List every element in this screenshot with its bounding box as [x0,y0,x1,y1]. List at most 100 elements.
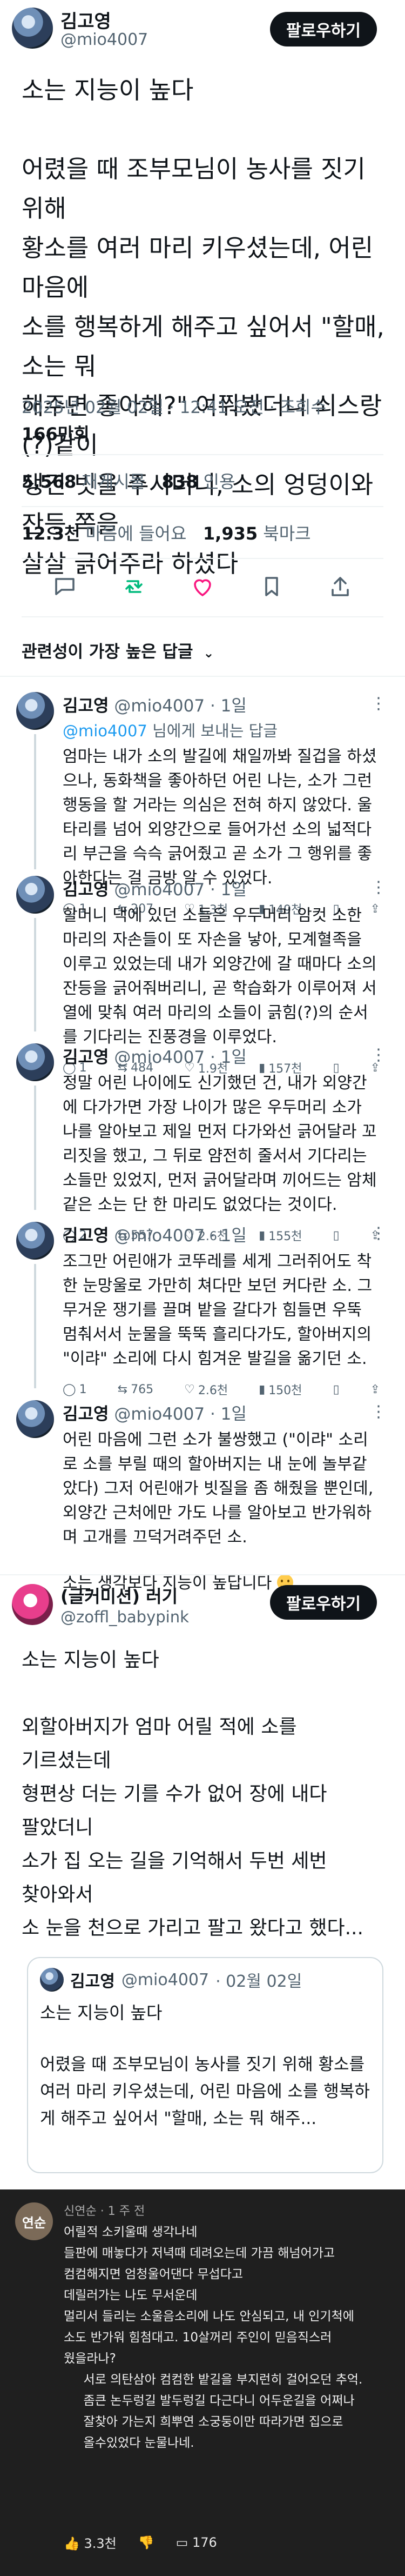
reply-item[interactable]: ⋮ 김고영 @mio4007 · 1일 할머니 댁에 있던 소들은 우두머리 암… [13,876,391,1076]
reply-handle[interactable]: @mio4007 [114,1405,205,1424]
reply-item[interactable]: ⋮ 김고영 @mio4007 · 1일 조그만 어린애가 코뚜레를 세게 그러쥐… [13,1222,391,1397]
commenter-name: 신연순 [64,2205,97,2218]
author-name[interactable]: 김고영 [60,6,111,33]
reply-text: 조그만 어린애가 코뚜레를 세게 그러쥐어도 착한 눈망울로 가만히 쳐다만 보… [63,1252,373,1368]
reply-time: · 1일 [210,1226,247,1246]
reply-time: · 1일 [210,880,247,900]
post-line: 소는 지능이 높다 [22,76,194,104]
quoted-title: 소는 지능이 높다 [40,2002,163,2023]
quotes-count[interactable]: 838 [162,471,198,492]
reply-handle[interactable]: @mio4007 [114,696,205,716]
reply-avatar[interactable] [16,876,54,914]
speech-bubble-icon[interactable] [49,570,81,603]
follow-button[interactable]: 팔로우하기 [270,12,377,46]
heart-icon[interactable] [186,570,219,603]
sort-replies-dropdown[interactable]: 관련성이 가장 높은 답글 ⌄ [22,638,214,662]
post-line: 소 눈을 천으로 가리고 팔고 왔다고 했다... [22,1917,363,1939]
reply-text: 할머니 댁에 있던 소들은 우두머리 암컷 소한 마리의 자손들이 또 자손을 … [63,906,377,1047]
post-stats-row-1: 5,568 재게시물 838 인용 [22,468,235,493]
reposts-label[interactable]: 재게시물 [82,471,145,492]
reply-author[interactable]: 김고영 [63,1405,109,1424]
quoted-avatar [40,1968,64,1992]
post-line: 어렸을 때 조부모님이 농사를 짓기 위해 [22,155,366,223]
bookmark-icon[interactable] [255,570,288,603]
reply-item[interactable]: ⋮ 김고영 @mio4007 · 1일 @mio4007 님에게 보내는 답글 … [13,692,391,917]
post-line: 찾아와서 [22,1883,93,1906]
share-icon[interactable]: ⇪ [370,1383,380,1396]
comment-time: · 1 주 전 [100,2205,145,2218]
reply-item[interactable]: ⋮ 김고영 @mio4007 · 1일 어린 마음에 그런 소가 불쌍했고 ("… [13,1400,391,1593]
comment-replies[interactable]: ▭ 176 [176,2535,217,2550]
thumbs-down-icon[interactable]: 👎 [138,2535,154,2550]
reply-to-label: 님에게 보내는 답글 [147,722,278,740]
quoted-date: · 02월 02일 [215,1972,302,1991]
bookmarks-label[interactable]: 북마크 [263,523,310,544]
author-avatar[interactable] [12,8,53,49]
reply-avatar[interactable] [16,1043,54,1081]
reply-mention[interactable]: @mio4007 [63,722,147,740]
quotes-label[interactable]: 인용 [204,471,235,492]
post-line: 소는 지능이 높다 [22,1649,159,1671]
bookmark-icon[interactable]: ▯ [333,1383,339,1396]
reply-avatar[interactable] [16,692,54,730]
repost-icon: ⇆ [117,1382,128,1396]
quote-author-avatar[interactable] [12,1584,53,1625]
post-line [22,110,394,149]
commenter-avatar: 연순 [15,2202,53,2240]
likes-count[interactable]: 12.3천 [22,523,80,544]
reply-handle[interactable]: @mio4007 [114,1226,205,1246]
reply-author[interactable]: 김고영 [63,880,109,900]
post-line: 형편상 더는 기를 수가 없어 장에 내다 [22,1783,327,1805]
post-timestamp: 2025년 02월 02일 · 12:41 오전 · 조회수 [22,398,326,417]
likes-label[interactable]: 마음에 들어요 [86,523,187,544]
reply-author[interactable]: 김고영 [63,1226,109,1246]
post-line: 팔았더니 [22,1816,93,1839]
quoted-text: 어렸을 때 조부모님이 농사를 짓기 위해 황소를 여러 마리 키우셨는데, 어… [40,2055,370,2128]
reply-handle[interactable]: @mio4007 [114,1048,205,1067]
heart-icon: ♡ [184,1382,195,1396]
reply-avatar[interactable] [16,1400,54,1438]
chevron-down-icon: ⌄ [203,645,214,661]
author-handle[interactable]: @mio4007 [60,30,148,49]
repost-icon[interactable] [118,570,150,603]
post-line: 소를 행복하게 해주고 싶어서 "할매, 소는 뭐 [22,312,384,381]
reply-avatar[interactable] [16,1222,54,1260]
reply-text: 정말 어린 나이에도 신기했던 건, 내가 외양간에 다가가면 가장 나이가 많… [63,1074,377,1214]
reply-count[interactable]: ◯ 1 [63,1383,87,1396]
post-stats-row-2: 12.3천 마음에 들어요 1,935 북마크 [22,520,311,545]
quoted-author-name: 김고영 [70,1972,115,1991]
sort-label: 관련성이 가장 높은 답글 [22,642,193,662]
quoted-author-handle: @mio4007 [121,1970,210,1989]
reply-author[interactable]: 김고영 [63,696,109,716]
post-line: 소가 집 오는 길을 기억해서 두번 세번 [22,1850,327,1872]
quote-post-text: 소는 지능이 높다 외할아버지가 엄마 어릴 적에 소를 기르셨는데 형편상 더… [22,1643,394,1945]
post-line: 외할아버지가 엄마 어릴 적에 소를 [22,1716,297,1738]
chart-icon: ▮ [259,1382,266,1396]
reply-text: 엄마는 내가 소의 발길에 채일까봐 질겁을 하셨으나, 동화책을 좋아하던 어… [63,747,377,888]
comment-screenshot: 연순 신연순 · 1 주 전 어릴적 소키울때 생각나네 들판에 매놓다가 저녁… [0,2189,405,2576]
share-icon[interactable] [324,570,356,603]
reply-time: · 1일 [210,1048,247,1067]
comment-text: 어릴적 소키울때 생각나네 들판에 매놓다가 저녁때 데려오는데 가끔 해넘어가… [64,2225,363,2450]
view-count[interactable]: ▮ 150천 [259,1381,302,1398]
page: 김고영 @mio4007 팔로우하기 소는 지능이 높다 어렸을 때 조부모님이… [0,0,405,2576]
quote-author-handle[interactable]: @zoffl_babypink [60,1608,189,1626]
follow-button[interactable]: 팔로우하기 [270,1585,377,1620]
quote-author-name[interactable]: (글커미션) 러기 [60,1583,178,1608]
reply-text: 어린 마음에 그런 소가 불쌍했고 ("이랴" 소리로 소를 부릴 때의 할아버… [63,1430,374,1547]
post-action-bar [22,568,383,605]
repost-count[interactable]: ⇆ 765 [118,1383,153,1396]
reply-author[interactable]: 김고영 [63,1048,109,1067]
quoted-post-card[interactable]: 김고영 @mio4007 · 02월 02일 소는 지능이 높다 어렸을 때 조… [27,1957,383,2173]
bookmarks-count[interactable]: 1,935 [203,523,258,544]
reply-time: · 1일 [210,1405,247,1424]
post-line [22,1677,394,1710]
like-count[interactable]: ♡ 2.6천 [184,1381,228,1398]
reposts-count[interactable]: 5,568 [22,471,76,492]
reply-time: · 1일 [210,696,247,716]
reply-handle[interactable]: @mio4007 [114,880,205,900]
comment-like[interactable]: 👍 3.3천 [64,2533,117,2552]
post-line: 황소를 여러 마리 키우셨는데, 어린 마음에 [22,234,374,302]
reply-item[interactable]: ⋮ 김고영 @mio4007 · 1일 정말 어린 나이에도 신기했던 건, 내… [13,1043,391,1243]
post-views: 166만회 [22,424,90,444]
